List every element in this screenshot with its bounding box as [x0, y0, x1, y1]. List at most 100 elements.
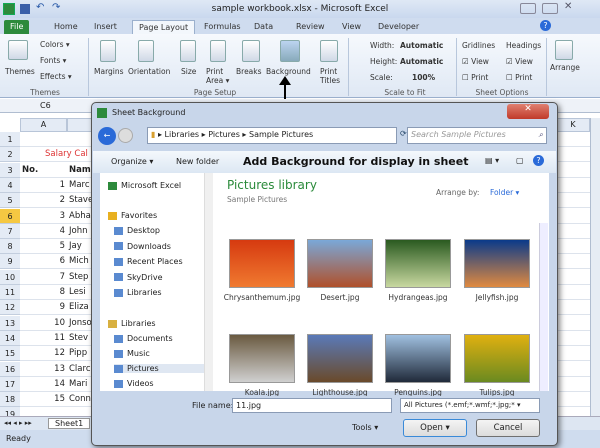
sheet-tab-sheet1[interactable]: Sheet1 — [48, 418, 91, 429]
row-header[interactable]: 13 — [0, 315, 20, 331]
print-area-button[interactable]: Print Area ▾ — [206, 67, 232, 85]
cell[interactable]: 13 — [20, 362, 65, 377]
tab-view[interactable]: View — [336, 20, 367, 34]
arrange-by-select[interactable]: Folder ▾ — [490, 188, 519, 197]
search-input[interactable]: Search Sample Pictures ⌕ — [407, 127, 547, 144]
tab-review[interactable]: Review — [290, 20, 331, 34]
row-header[interactable]: 16 — [0, 361, 20, 377]
arrange-button[interactable]: Arrange — [550, 63, 580, 72]
effects-button[interactable]: Effects ▾ — [40, 72, 72, 81]
file-type-select[interactable]: All Pictures (*.emf;*.wmf;*.jpg;* ▾ — [400, 398, 540, 413]
cell[interactable]: 9 — [20, 300, 65, 315]
cell[interactable]: 7 — [20, 270, 65, 285]
minimize-button[interactable] — [520, 3, 536, 14]
cell[interactable]: 8 — [20, 285, 65, 300]
file-thumbnail[interactable] — [385, 239, 451, 288]
fonts-button[interactable]: Fonts ▾ — [40, 56, 66, 65]
margins-button[interactable]: Margins — [94, 67, 124, 76]
nav-item[interactable]: Music — [114, 349, 150, 358]
refresh-icon[interactable]: ⟳ — [400, 129, 407, 138]
nav-item[interactable]: SkyDrive — [114, 273, 163, 282]
nav-scrollbar[interactable] — [204, 173, 213, 391]
file-thumbnail[interactable] — [307, 239, 373, 288]
size-icon[interactable] — [180, 40, 196, 62]
nav-item[interactable]: Recent Places — [114, 257, 183, 266]
print-area-icon[interactable] — [210, 40, 226, 62]
cell[interactable]: 10 — [20, 316, 65, 331]
cancel-button[interactable]: Cancel — [476, 419, 540, 437]
nav-item[interactable]: Videos — [114, 379, 154, 388]
cell[interactable]: 1 — [20, 178, 65, 193]
cell[interactable]: 5 — [20, 239, 65, 254]
back-button[interactable]: ← — [98, 127, 116, 145]
maximize-button[interactable] — [542, 3, 558, 14]
name-box[interactable]: C6 — [40, 101, 51, 110]
file-name[interactable]: Lighthouse.jpg — [300, 388, 380, 396]
cell[interactable]: 6 — [20, 254, 65, 269]
help-icon[interactable]: ? — [533, 155, 544, 166]
arrange-icon[interactable] — [555, 40, 573, 60]
background-button[interactable]: Background — [266, 67, 311, 76]
file-thumbnail[interactable] — [464, 334, 530, 383]
nav-item[interactable]: Microsoft Excel — [108, 181, 181, 190]
row-header[interactable]: 11 — [0, 285, 20, 300]
tab-page-layout[interactable]: Page Layout — [132, 20, 196, 34]
file-thumbnail[interactable] — [229, 334, 295, 383]
row-header[interactable]: 15 — [0, 346, 20, 362]
view-options-icon[interactable]: ▤ ▾ — [485, 156, 499, 165]
tab-data[interactable]: Data — [248, 20, 279, 34]
vertical-scrollbar[interactable] — [590, 118, 600, 418]
nav-item[interactable]: Libraries — [108, 319, 156, 328]
breadcrumb-pictures[interactable]: Pictures — [208, 130, 240, 139]
print-titles-icon[interactable] — [320, 40, 338, 62]
headings-print-checkbox[interactable]: ☐ Print — [506, 73, 532, 82]
cell[interactable]: 11 — [20, 331, 65, 346]
background-icon[interactable] — [280, 40, 300, 62]
row-header[interactable]: 10 — [0, 269, 20, 285]
print-titles-button[interactable]: Print Titles — [320, 67, 344, 85]
gridlines-view-checkbox[interactable]: ☑ View — [462, 57, 489, 66]
file-thumbnail[interactable] — [385, 334, 451, 383]
dialog-close-button[interactable]: ✕ — [507, 104, 549, 119]
nav-item[interactable]: Downloads — [114, 242, 171, 251]
orientation-icon[interactable] — [138, 40, 154, 62]
help-icon[interactable]: ? — [540, 20, 551, 31]
tools-button[interactable]: Tools ▾ — [352, 423, 378, 432]
cell[interactable]: 14 — [20, 377, 65, 392]
gridlines-print-checkbox[interactable]: ☐ Print — [462, 73, 488, 82]
scale-stepper[interactable]: 100% — [412, 73, 435, 82]
breadcrumb-libraries[interactable]: Libraries — [165, 130, 200, 139]
file-name[interactable]: Tulips.jpg — [457, 388, 537, 396]
file-name[interactable]: Penguins.jpg — [378, 388, 458, 396]
nav-item[interactable]: Pictures — [114, 364, 209, 373]
cell[interactable]: No. — [22, 163, 62, 178]
row-header[interactable]: 6 — [0, 208, 20, 224]
row-header[interactable]: 18 — [0, 392, 20, 408]
new-folder-button[interactable]: New folder — [176, 157, 219, 166]
themes-button[interactable]: Themes — [5, 67, 35, 76]
tab-developer[interactable]: Developer — [372, 20, 425, 34]
file-thumbnail[interactable] — [307, 334, 373, 383]
open-button[interactable]: Open ▾ — [403, 419, 467, 437]
cell[interactable]: 15 — [20, 392, 65, 407]
row-header[interactable]: 14 — [0, 330, 20, 346]
file-list-scrollbar[interactable] — [539, 223, 548, 391]
row-header[interactable]: 5 — [0, 193, 20, 209]
nav-item[interactable]: Favorites — [108, 211, 157, 220]
tab-home[interactable]: Home — [48, 20, 84, 34]
size-button[interactable]: Size — [181, 67, 196, 76]
tab-formulas[interactable]: Formulas — [198, 20, 247, 34]
tab-insert[interactable]: Insert — [88, 20, 123, 34]
headings-view-checkbox[interactable]: ☑ View — [506, 57, 533, 66]
column-header-a[interactable]: A — [20, 118, 67, 132]
nav-item[interactable]: Documents — [114, 334, 173, 343]
preview-pane-icon[interactable]: ▢ — [516, 156, 524, 165]
row-header[interactable]: 3 — [0, 162, 20, 178]
row-header[interactable]: 7 — [0, 223, 20, 239]
colors-button[interactable]: Colors ▾ — [40, 40, 70, 49]
cell[interactable]: 12 — [20, 346, 65, 361]
file-thumbnail[interactable] — [229, 239, 295, 288]
cell[interactable]: 3 — [20, 209, 65, 224]
breadcrumb-sample-pictures[interactable]: Sample Pictures — [249, 130, 313, 139]
tab-file[interactable]: File — [4, 20, 30, 34]
